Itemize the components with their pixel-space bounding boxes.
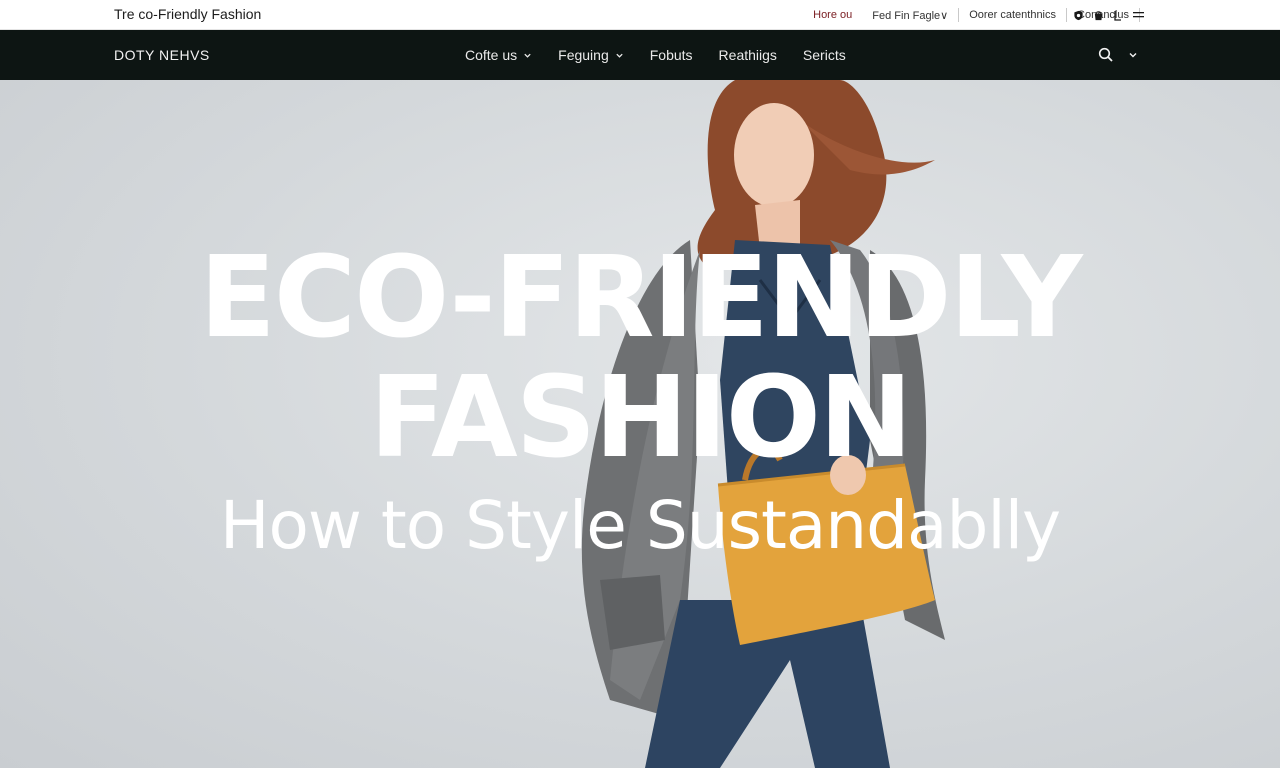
chevron-down-icon — [524, 53, 531, 58]
user-icon[interactable] — [1112, 9, 1124, 21]
shield-icon[interactable] — [1072, 9, 1084, 21]
hero-subheadline: How to Style Sustandablly — [219, 487, 1061, 564]
brand-logo[interactable]: DOTY NEHVS — [114, 47, 210, 63]
utility-bar: Tre co-Friendly Fashion Hore ou Fed Fin … — [0, 0, 1280, 30]
utility-icons — [1072, 0, 1144, 30]
main-navbar: DOTY NEHVS Cofte us Feguing Fobuts Reath… — [0, 30, 1280, 80]
chevron-down-icon — [616, 53, 623, 58]
bag-icon[interactable] — [1092, 9, 1104, 21]
nav-item-reathiigs[interactable]: Reathiigs — [719, 47, 777, 63]
hero-banner: ECO-FRIENDLY FASHION How to Style Sustan… — [0, 80, 1280, 768]
nav-item-sericts[interactable]: Sericts — [803, 47, 846, 63]
nav-item-label: Fobuts — [649, 47, 693, 63]
nav-item-label: Feguing — [558, 47, 609, 63]
nav-item-cofte-us[interactable]: Cofte us — [465, 47, 532, 63]
nav-item-fobuts[interactable]: Fobuts — [650, 47, 693, 63]
utility-link-home[interactable]: Hore ou — [803, 9, 862, 21]
nav-item-label: Cofte us — [465, 47, 518, 63]
hero-headline-line2: FASHION — [369, 353, 912, 483]
nav-item-feguing[interactable]: Feguing — [558, 47, 624, 63]
nav-menu: Cofte us Feguing Fobuts Reathiigs Serict… — [465, 30, 872, 80]
utility-link-categories[interactable]: Oorer catenthnics — [959, 9, 1066, 21]
nav-tools — [1098, 30, 1138, 80]
nav-item-label: Reathiigs — [718, 47, 777, 63]
chevron-down-icon[interactable] — [1128, 50, 1138, 60]
search-icon[interactable] — [1098, 47, 1114, 63]
nav-item-label: Sericts — [802, 47, 846, 63]
menu-icon[interactable] — [1132, 9, 1144, 21]
utility-link-feed[interactable]: Fed Fin Fagle∨ — [862, 9, 958, 22]
site-title[interactable]: Tre co-Friendly Fashion — [114, 6, 261, 22]
hero-headline-line1: ECO-FRIENDLY — [199, 233, 1082, 363]
